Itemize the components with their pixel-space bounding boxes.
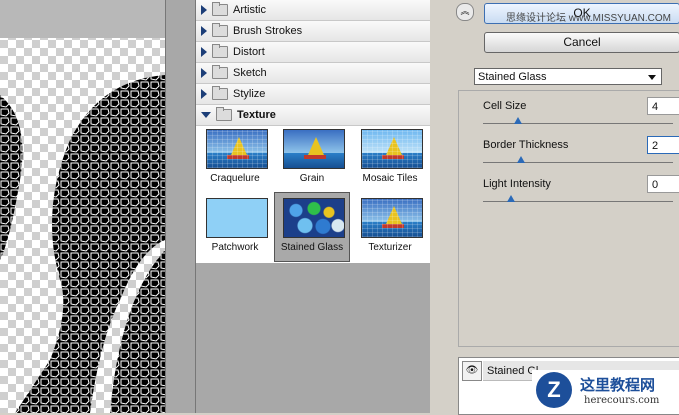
- expand-arrow-icon: [201, 68, 207, 78]
- preview-scroll-edge: [165, 0, 196, 413]
- thumbnail-image: [206, 198, 268, 238]
- gallery-empty-area: [196, 263, 431, 413]
- thumbnail-image: [283, 198, 345, 238]
- border-thickness-slider[interactable]: [483, 162, 673, 163]
- filter-gallery: Artistic Brush Strokes Distort Sketch St…: [195, 0, 432, 413]
- logo-url: herecours.com: [584, 395, 660, 406]
- category-artistic[interactable]: Artistic: [196, 0, 431, 21]
- filter-thumb-texturizer[interactable]: Texturizer: [353, 193, 427, 261]
- folder-icon: [212, 44, 228, 58]
- thumbnail-image: [283, 129, 345, 169]
- category-distort[interactable]: Distort: [196, 42, 431, 63]
- thumbnail-image: [206, 129, 268, 169]
- category-brush-strokes[interactable]: Brush Strokes: [196, 21, 431, 42]
- filter-thumb-craquelure[interactable]: Craquelure: [198, 124, 272, 192]
- cancel-button[interactable]: Cancel: [484, 32, 679, 53]
- cell-size-slider[interactable]: [483, 123, 673, 124]
- category-label: Distort: [233, 46, 265, 58]
- category-texture[interactable]: Texture: [196, 105, 431, 126]
- light-intensity-label: Light Intensity: [483, 178, 551, 190]
- folder-open-icon: [216, 107, 232, 121]
- folder-icon: [212, 65, 228, 79]
- filter-label: Stained Glass: [280, 242, 344, 253]
- filter-thumb-patchwork[interactable]: Patchwork: [198, 193, 272, 261]
- category-stylize[interactable]: Stylize: [196, 84, 431, 105]
- border-thickness-slider-handle[interactable]: [517, 156, 525, 163]
- expand-arrow-icon: [201, 89, 207, 99]
- category-label: Brush Strokes: [233, 25, 303, 37]
- filter-settings: Cell Size 4 Border Thickness 2 Light Int…: [458, 90, 679, 347]
- preview-canvas[interactable]: [0, 0, 165, 413]
- filter-label: Craquelure: [210, 173, 260, 184]
- eye-icon[interactable]: 👁: [462, 361, 482, 381]
- watermark-logo: Z 这里教程网 herecours.com: [532, 370, 679, 413]
- expand-arrow-icon: [201, 26, 207, 36]
- stained-glass-letter-preview: [0, 75, 165, 413]
- cell-size-input[interactable]: 4: [647, 97, 679, 115]
- cell-size-slider-handle[interactable]: [514, 117, 522, 124]
- collapse-arrow-icon: [201, 112, 211, 118]
- border-thickness-input[interactable]: 2: [647, 136, 679, 154]
- filter-select-value: Stained Glass: [478, 71, 547, 83]
- filter-thumb-mosaic-tiles[interactable]: Mosaic Tiles: [353, 124, 427, 192]
- category-label: Sketch: [233, 67, 267, 79]
- filter-label: Grain: [299, 173, 325, 184]
- category-sketch[interactable]: Sketch: [196, 63, 431, 84]
- logo-badge: Z: [536, 372, 572, 408]
- thumbnail-image: [361, 129, 423, 169]
- filter-thumb-stained-glass[interactable]: Stained Glass: [274, 192, 350, 262]
- category-label: Stylize: [233, 88, 266, 100]
- category-label: Texture: [237, 109, 276, 121]
- border-thickness-label: Border Thickness: [483, 139, 569, 151]
- logo-title: 这里教程网: [580, 376, 656, 394]
- watermark-text: 思缘设计论坛 www.MISSYUAN.COM: [506, 13, 672, 24]
- folder-icon: [212, 23, 228, 37]
- filter-label: Mosaic Tiles: [362, 173, 418, 184]
- filter-select[interactable]: Stained Glass: [474, 68, 662, 85]
- filter-label: Patchwork: [211, 242, 259, 253]
- light-intensity-input[interactable]: 0: [647, 175, 679, 193]
- filter-label: Texturizer: [368, 242, 412, 253]
- folder-icon: [212, 2, 228, 16]
- folder-icon: [212, 86, 228, 100]
- chevron-up-icon[interactable]: ︽: [456, 3, 474, 21]
- filter-thumb-grain[interactable]: Grain: [275, 124, 349, 192]
- category-label: Artistic: [233, 4, 266, 16]
- settings-panel: ︽ OK 思缘设计论坛 www.MISSYUAN.COM Cancel Stai…: [430, 0, 679, 415]
- chevron-down-icon: [648, 75, 656, 80]
- expand-arrow-icon: [201, 47, 207, 57]
- cell-size-label: Cell Size: [483, 100, 527, 112]
- thumbnail-image: [361, 198, 423, 238]
- light-intensity-slider-handle[interactable]: [507, 195, 515, 202]
- expand-arrow-icon: [201, 5, 207, 15]
